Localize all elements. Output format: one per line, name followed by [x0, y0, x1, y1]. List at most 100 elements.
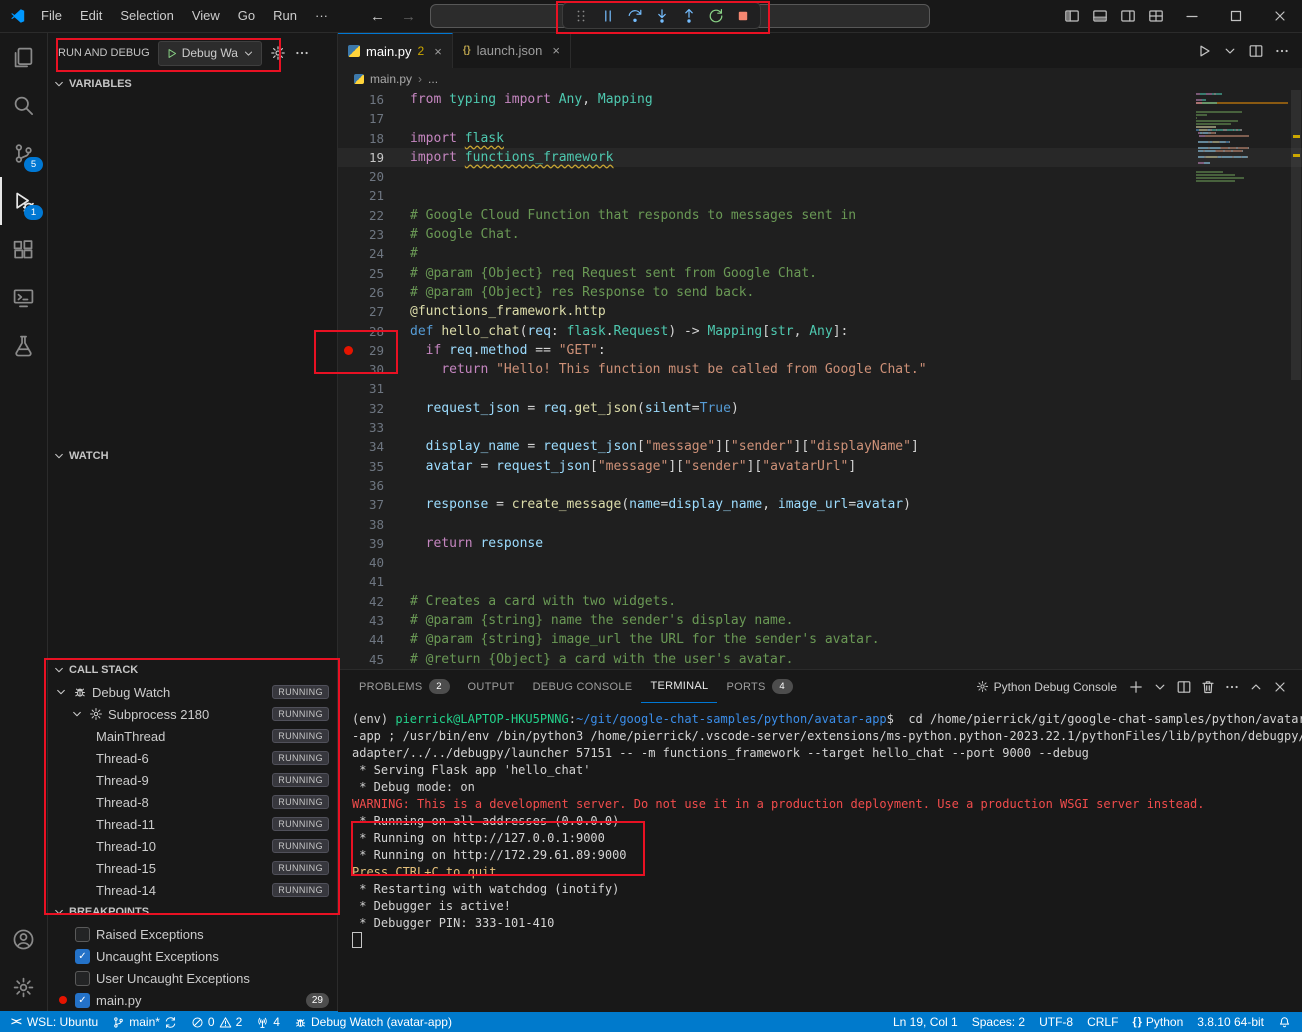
- line-number[interactable]: 33: [358, 418, 384, 437]
- more-actions-icon[interactable]: [294, 45, 310, 61]
- code-line-24[interactable]: 24#: [338, 244, 1302, 263]
- line-number[interactable]: 27: [358, 302, 384, 321]
- checkbox[interactable]: [75, 927, 90, 942]
- line-number[interactable]: 18: [358, 129, 384, 148]
- breakpoint-item[interactable]: Raised Exceptions: [48, 923, 337, 945]
- chevron-down-icon[interactable]: [70, 707, 84, 721]
- panel-tab-ports[interactable]: PORTS4: [717, 670, 801, 703]
- breakpoints-section-header[interactable]: BREAKPOINTS: [48, 901, 337, 923]
- gutter[interactable]: [338, 225, 358, 244]
- line-number[interactable]: 16: [358, 90, 384, 109]
- menu-overflow[interactable]: ···: [306, 0, 337, 32]
- code-line-34[interactable]: 34 display_name = request_json["message"…: [338, 437, 1302, 456]
- terminal-output[interactable]: (env) pierrick@LAPTOP-HKU5PNNG:~/git/goo…: [338, 703, 1302, 1012]
- gutter[interactable]: [338, 476, 358, 495]
- gutter[interactable]: [338, 322, 358, 341]
- line-number[interactable]: 31: [358, 379, 384, 398]
- code-line-25[interactable]: 25# @param {Object} req Request sent fro…: [338, 264, 1302, 283]
- remote-indicator[interactable]: >< WSL: Ubuntu: [4, 1011, 105, 1032]
- line-number[interactable]: 35: [358, 457, 384, 476]
- menu-file[interactable]: File: [32, 0, 71, 32]
- gutter[interactable]: [338, 148, 358, 167]
- restart-icon[interactable]: [703, 5, 728, 27]
- variables-section-header[interactable]: VARIABLES: [48, 73, 337, 95]
- tab-main.py[interactable]: main.py2×: [338, 33, 453, 68]
- gutter[interactable]: [338, 129, 358, 148]
- callstack-item[interactable]: Thread-6RUNNING: [48, 747, 337, 769]
- callstack-item[interactable]: Subprocess 2180RUNNING: [48, 703, 337, 725]
- add-icon[interactable]: [1124, 675, 1148, 699]
- code-line-32[interactable]: 32 request_json = req.get_json(silent=Tr…: [338, 399, 1302, 418]
- gutter[interactable]: [338, 457, 358, 476]
- menu-run[interactable]: Run: [264, 0, 306, 32]
- code-line-36[interactable]: 36: [338, 476, 1302, 495]
- line-number[interactable]: 43: [358, 611, 384, 630]
- start-debugging-icon[interactable]: [165, 47, 178, 60]
- panel-tab-output[interactable]: OUTPUT: [459, 670, 524, 703]
- activity-remote-explorer[interactable]: [0, 273, 47, 321]
- activity-run-and-debug[interactable]: 1: [0, 177, 47, 225]
- layout-grid-icon[interactable]: [1142, 0, 1170, 32]
- minimize-button[interactable]: [1170, 0, 1214, 32]
- activity-testing[interactable]: [0, 321, 47, 369]
- layout-secondary-icon[interactable]: [1114, 0, 1142, 32]
- call-stack-section-header[interactable]: CALL STACK: [48, 659, 337, 681]
- step-over-icon[interactable]: [622, 5, 647, 27]
- line-number[interactable]: 41: [358, 572, 384, 591]
- debug-settings-icon[interactable]: [270, 45, 286, 61]
- code-line-23[interactable]: 23# Google Chat.: [338, 225, 1302, 244]
- line-number[interactable]: 39: [358, 534, 384, 553]
- activity-account[interactable]: [0, 915, 47, 963]
- gutter[interactable]: [338, 341, 358, 360]
- line-number[interactable]: 37: [358, 495, 384, 514]
- code-line-39[interactable]: 39 return response: [338, 534, 1302, 553]
- layout-sidebar-icon[interactable]: [1058, 0, 1086, 32]
- back-icon[interactable]: ←: [370, 8, 385, 25]
- line-number[interactable]: 29: [358, 341, 384, 360]
- gutter[interactable]: [338, 244, 358, 263]
- gutter[interactable]: [338, 186, 358, 205]
- notifications[interactable]: [1271, 1011, 1298, 1032]
- breadcrumb-symbol[interactable]: ...: [428, 72, 438, 86]
- code-line-38[interactable]: 38: [338, 515, 1302, 534]
- callstack-item[interactable]: Thread-9RUNNING: [48, 769, 337, 791]
- gutter[interactable]: [338, 360, 358, 379]
- debug-status[interactable]: Debug Watch (avatar-app): [287, 1011, 459, 1032]
- debug-config-dropdown[interactable]: Debug Wa: [158, 41, 262, 66]
- gutter[interactable]: [338, 437, 358, 456]
- minimap[interactable]: [1196, 93, 1288, 183]
- checkbox[interactable]: ✓: [75, 949, 90, 964]
- callstack-item[interactable]: Thread-11RUNNING: [48, 813, 337, 835]
- indentation[interactable]: Spaces: 2: [965, 1011, 1032, 1032]
- cursor-position[interactable]: Ln 19, Col 1: [886, 1011, 965, 1032]
- line-number[interactable]: 28: [358, 322, 384, 341]
- panel-tab-debug-console[interactable]: DEBUG CONSOLE: [524, 670, 642, 703]
- line-number[interactable]: 42: [358, 592, 384, 611]
- ellipsis-icon[interactable]: [1220, 675, 1244, 699]
- checkbox[interactable]: ✓: [75, 993, 90, 1008]
- scrollbar-thumb[interactable]: [1291, 90, 1301, 380]
- branch-indicator[interactable]: main*: [105, 1011, 184, 1032]
- gutter[interactable]: [338, 553, 358, 572]
- code-line-26[interactable]: 26# @param {Object} res Response to send…: [338, 283, 1302, 302]
- line-number[interactable]: 40: [358, 553, 384, 572]
- line-number[interactable]: 30: [358, 360, 384, 379]
- gutter[interactable]: [338, 515, 358, 534]
- pause-icon[interactable]: [595, 5, 620, 27]
- code-line-28[interactable]: 28def hello_chat(req: flask.Request) -> …: [338, 322, 1302, 341]
- menu-go[interactable]: Go: [229, 0, 264, 32]
- code-line-19[interactable]: 19import functions_framework: [338, 148, 1302, 167]
- code-line-45[interactable]: 45# @return {Object} a card with the use…: [338, 650, 1302, 669]
- gutter[interactable]: [338, 283, 358, 302]
- chevron-down-icon[interactable]: [1222, 43, 1238, 59]
- activity-manage[interactable]: [0, 963, 47, 1011]
- close-icon[interactable]: ×: [434, 44, 442, 59]
- line-number[interactable]: 45: [358, 650, 384, 669]
- line-number[interactable]: 20: [358, 167, 384, 186]
- breadcrumb-file[interactable]: main.py: [370, 72, 412, 86]
- code-line-41[interactable]: 41: [338, 572, 1302, 591]
- maximize-button[interactable]: [1214, 0, 1258, 32]
- panel-tab-terminal[interactable]: TERMINAL: [641, 670, 717, 703]
- line-number[interactable]: 32: [358, 399, 384, 418]
- callstack-item[interactable]: Thread-15RUNNING: [48, 857, 337, 879]
